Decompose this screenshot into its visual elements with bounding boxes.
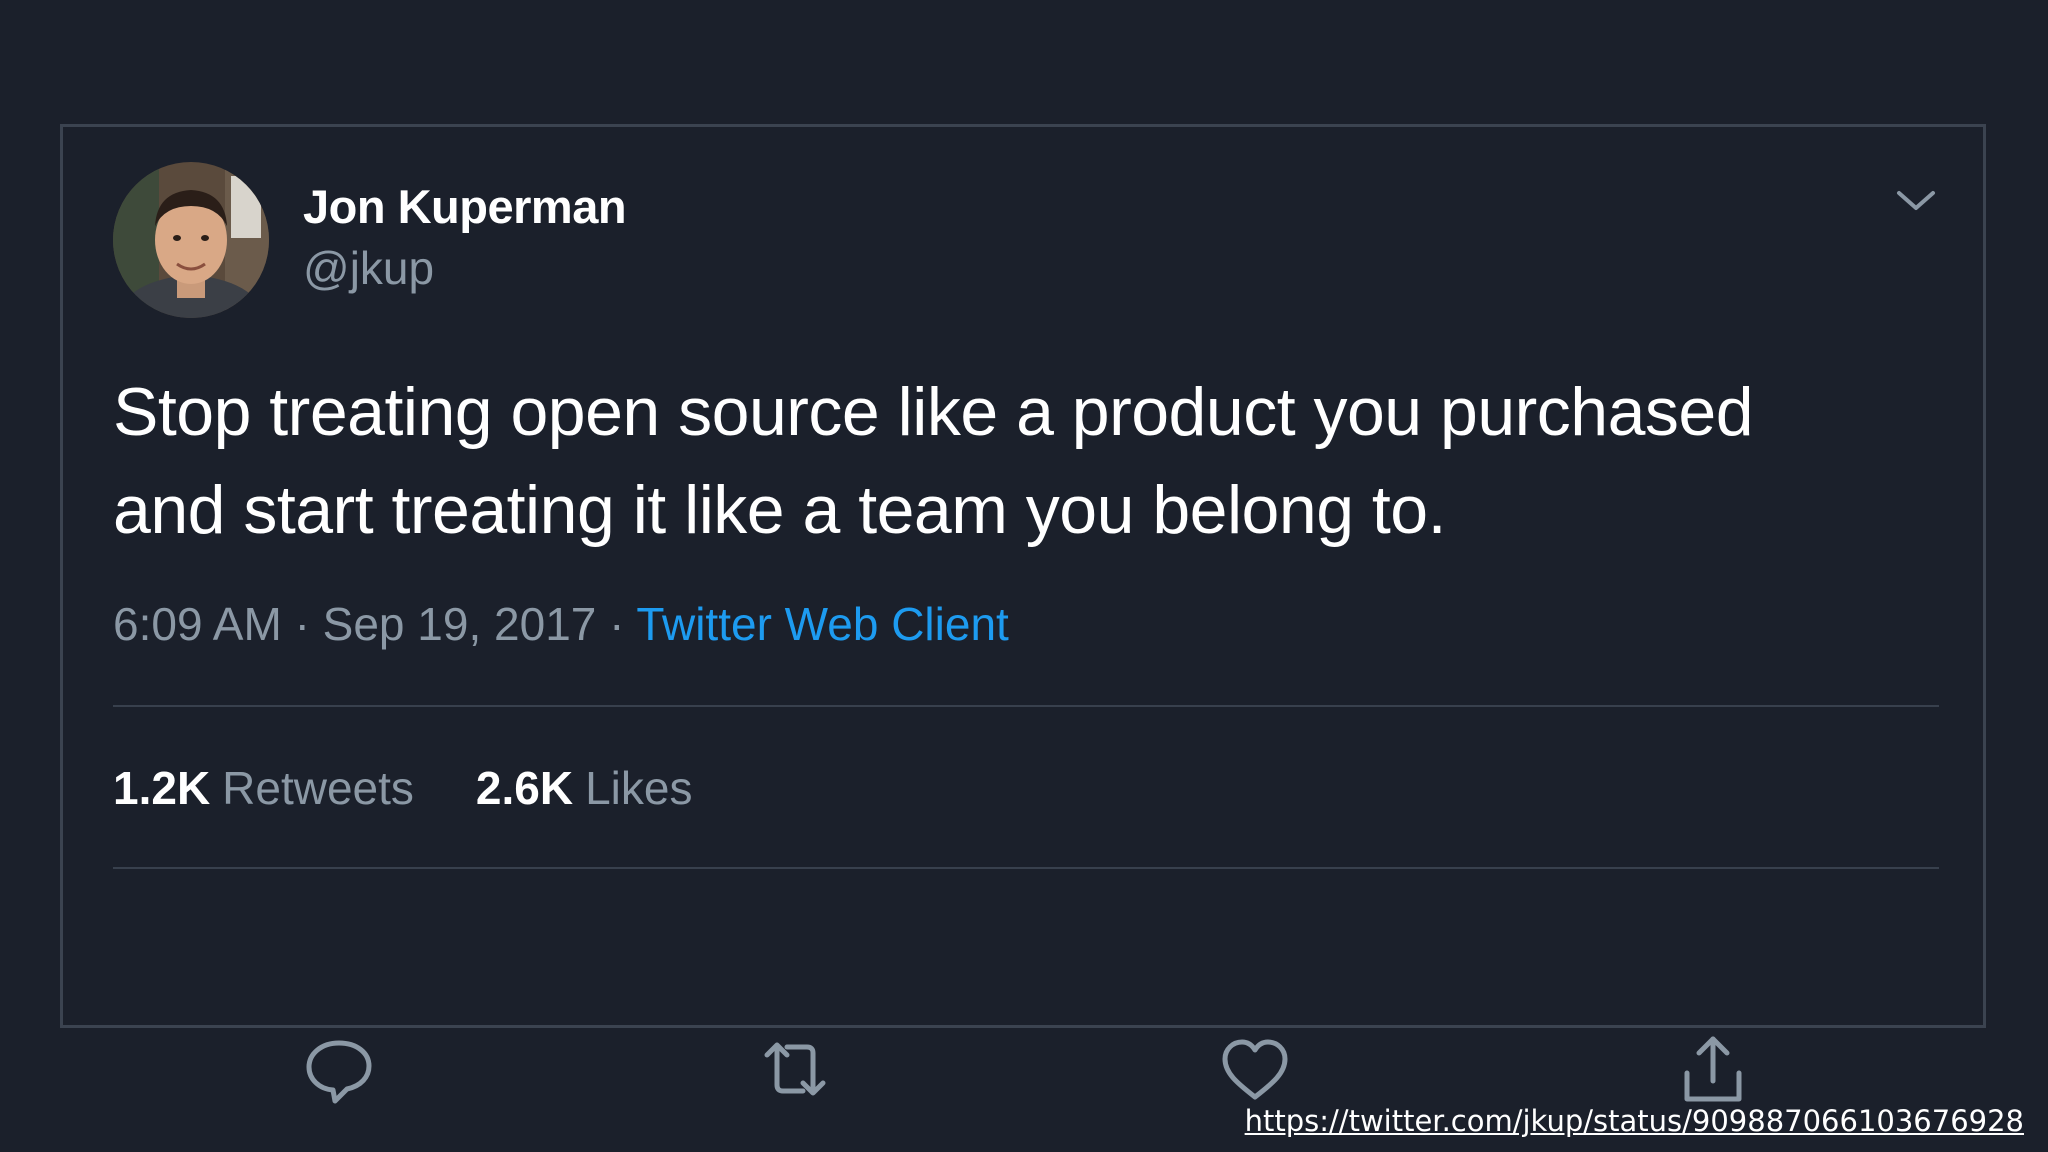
likes-stat[interactable]: 2.6K Likes (476, 761, 693, 815)
divider (113, 705, 1939, 707)
retweets-label: Retweets (222, 762, 414, 814)
likes-count: 2.6K (475, 762, 574, 814)
chevron-down-icon[interactable] (1893, 185, 1939, 215)
heart-icon[interactable] (1215, 1029, 1295, 1109)
tweet-time[interactable]: 6:09 AM (113, 598, 282, 650)
retweet-arrows-icon[interactable] (755, 1029, 835, 1109)
avatar[interactable] (113, 162, 269, 318)
comment-bubble-icon[interactable] (299, 1029, 379, 1109)
engagement-stats: 1.2K Retweets 2.6K Likes (113, 761, 754, 815)
tweet-text-line: Stop treating open source like a product… (113, 374, 1754, 450)
display-name[interactable]: Jon Kuperman (303, 179, 627, 234)
user-handle[interactable]: @jkup (303, 241, 434, 295)
action-bar (63, 907, 1983, 1104)
share-upload-icon[interactable] (1673, 1029, 1753, 1109)
tweet-text: Stop treating open source like a product… (113, 363, 1913, 559)
tweet-card: Jon Kuperman @jkup Stop treating open so… (60, 124, 1986, 1104)
tweet-source-link[interactable]: Twitter Web Client (636, 598, 1008, 650)
divider (113, 867, 1939, 869)
tweet-date[interactable]: Sep 19, 2017 (323, 598, 597, 650)
meta-separator: · (609, 598, 625, 650)
tweet-text-line: and start treating it like a team you be… (113, 472, 1447, 548)
tweet-meta: 6:09 AM · Sep 19, 2017 · Twitter Web Cli… (113, 597, 1009, 651)
retweets-count: 1.2K (113, 762, 211, 814)
retweets-stat[interactable]: 1.2K Retweets (113, 761, 414, 815)
source-url-link[interactable]: https://twitter.com/jkup/status/90988706… (1245, 1104, 2024, 1138)
likes-label: Likes (585, 762, 693, 814)
meta-separator: · (294, 598, 310, 650)
avatar-photo (113, 162, 269, 318)
